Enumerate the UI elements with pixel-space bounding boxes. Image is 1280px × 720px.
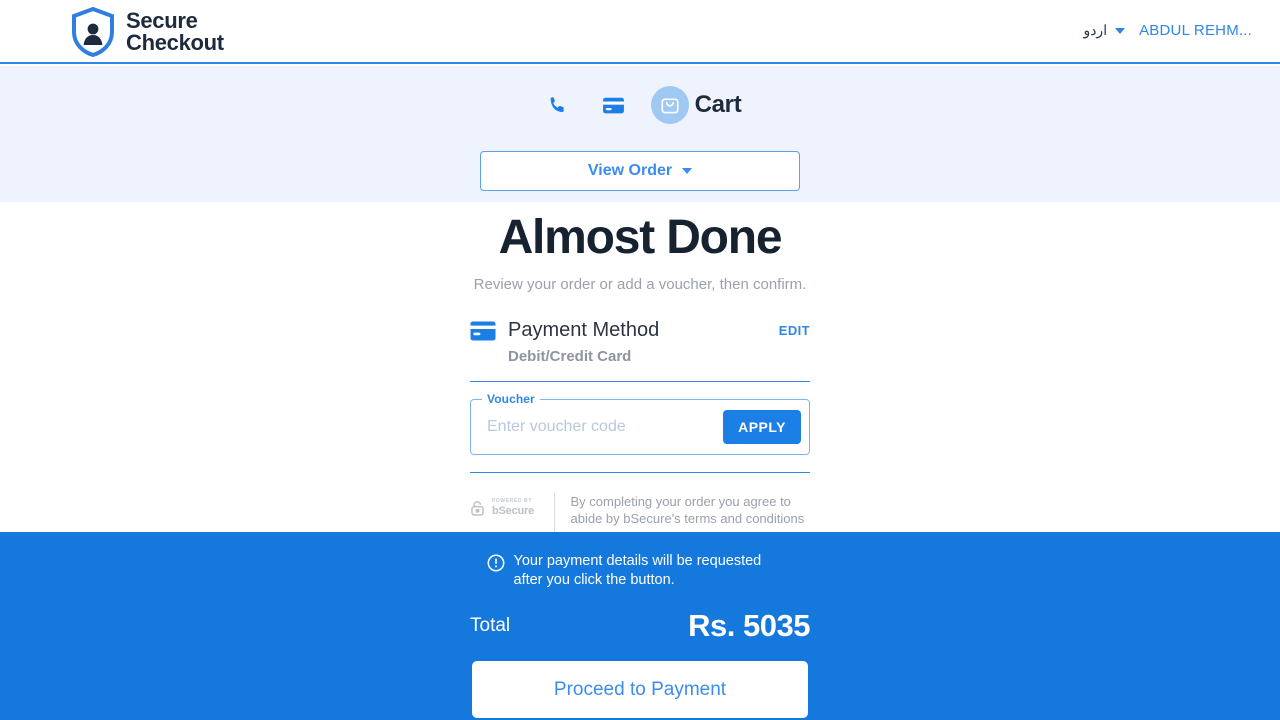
language-selector[interactable]: اردو: [1083, 22, 1107, 39]
payment-method-divider: [470, 381, 810, 382]
proceed-wrap: Proceed to Payment: [472, 661, 808, 718]
total-label: Total: [470, 615, 511, 636]
shopping-bag-icon: [650, 86, 689, 124]
view-order-button[interactable]: View Order: [480, 151, 800, 191]
payment-notice-text: Your payment details will be requested a…: [513, 553, 762, 588]
payment-notice: Your payment details will be requested a…: [0, 532, 1280, 590]
step-list: Cart: [0, 86, 1280, 124]
checkout-card: Almost Done Review your order or add a v…: [470, 202, 810, 532]
brand-line-2: Checkout: [126, 30, 224, 55]
bsecure-logo: POWERED BY bSecure: [470, 493, 544, 517]
voucher-label: Voucher: [482, 392, 540, 406]
chevron-down-icon[interactable]: [1115, 27, 1126, 34]
phone-icon: [539, 86, 577, 124]
bsecure-lock-icon: [470, 499, 488, 517]
step-payment[interactable]: [595, 86, 633, 124]
shield-lock-icon: [70, 7, 116, 57]
app-header: Secure Checkout اردو ABDUL REHM...: [0, 0, 1280, 64]
payment-method-title: Payment Method: [508, 319, 660, 341]
total-amount: Rs. 5035: [688, 608, 810, 643]
bsecure-notice-row: POWERED BY bSecure By completing your or…: [470, 493, 810, 532]
view-order-label: View Order: [587, 162, 673, 179]
payment-footer: Your payment details will be requested a…: [0, 532, 1280, 720]
step-phone[interactable]: [539, 86, 577, 124]
page-title: Almost Done: [498, 211, 783, 264]
brand-line-1: Secure: [126, 7, 198, 33]
step-cart-label: Cart: [694, 91, 742, 118]
view-order-wrap: View Order: [0, 151, 1280, 191]
total-row: Total Rs. 5035: [470, 608, 810, 644]
voucher-field: Voucher APPLY: [470, 392, 810, 455]
page-subtitle: Review your order or add a voucher, then…: [473, 276, 807, 293]
proceed-to-payment-button[interactable]: Proceed to Payment: [472, 661, 808, 718]
bsecure-wordmark: POWERED BY bSecure: [492, 499, 534, 517]
payment-method-edit-link[interactable]: EDIT: [779, 323, 810, 338]
step-cart[interactable]: Cart: [650, 86, 742, 124]
checkout-page: Secure Checkout اردو ABDUL REHM... Cart …: [0, 0, 1280, 720]
exclamation-circle-icon: [487, 554, 505, 572]
bsecure-terms-text[interactable]: By completing your order you agree to ab…: [571, 493, 810, 527]
brand: Secure Checkout: [70, 7, 224, 57]
credit-card-icon: [470, 321, 496, 341]
step-bar: Cart View Order: [0, 66, 1280, 202]
chevron-down-icon: [682, 168, 693, 174]
header-right: اردو ABDUL REHM...: [1083, 22, 1252, 39]
bsecure-powered-by: POWERED BY: [492, 498, 533, 504]
user-menu[interactable]: ABDUL REHM...: [1139, 22, 1252, 39]
apply-voucher-button[interactable]: APPLY: [723, 410, 801, 444]
main-content: Almost Done Review your order or add a v…: [0, 202, 1280, 532]
credit-card-icon: [595, 86, 633, 124]
voucher-divider: [470, 472, 810, 473]
bsecure-divider: [554, 493, 555, 532]
payment-method-row: Payment Method EDIT: [470, 319, 810, 342]
voucher-input[interactable]: [485, 417, 724, 437]
bsecure-name: bSecure: [492, 505, 535, 517]
brand-text: Secure Checkout: [126, 7, 224, 55]
payment-method-value: Debit/Credit Card: [508, 348, 632, 365]
